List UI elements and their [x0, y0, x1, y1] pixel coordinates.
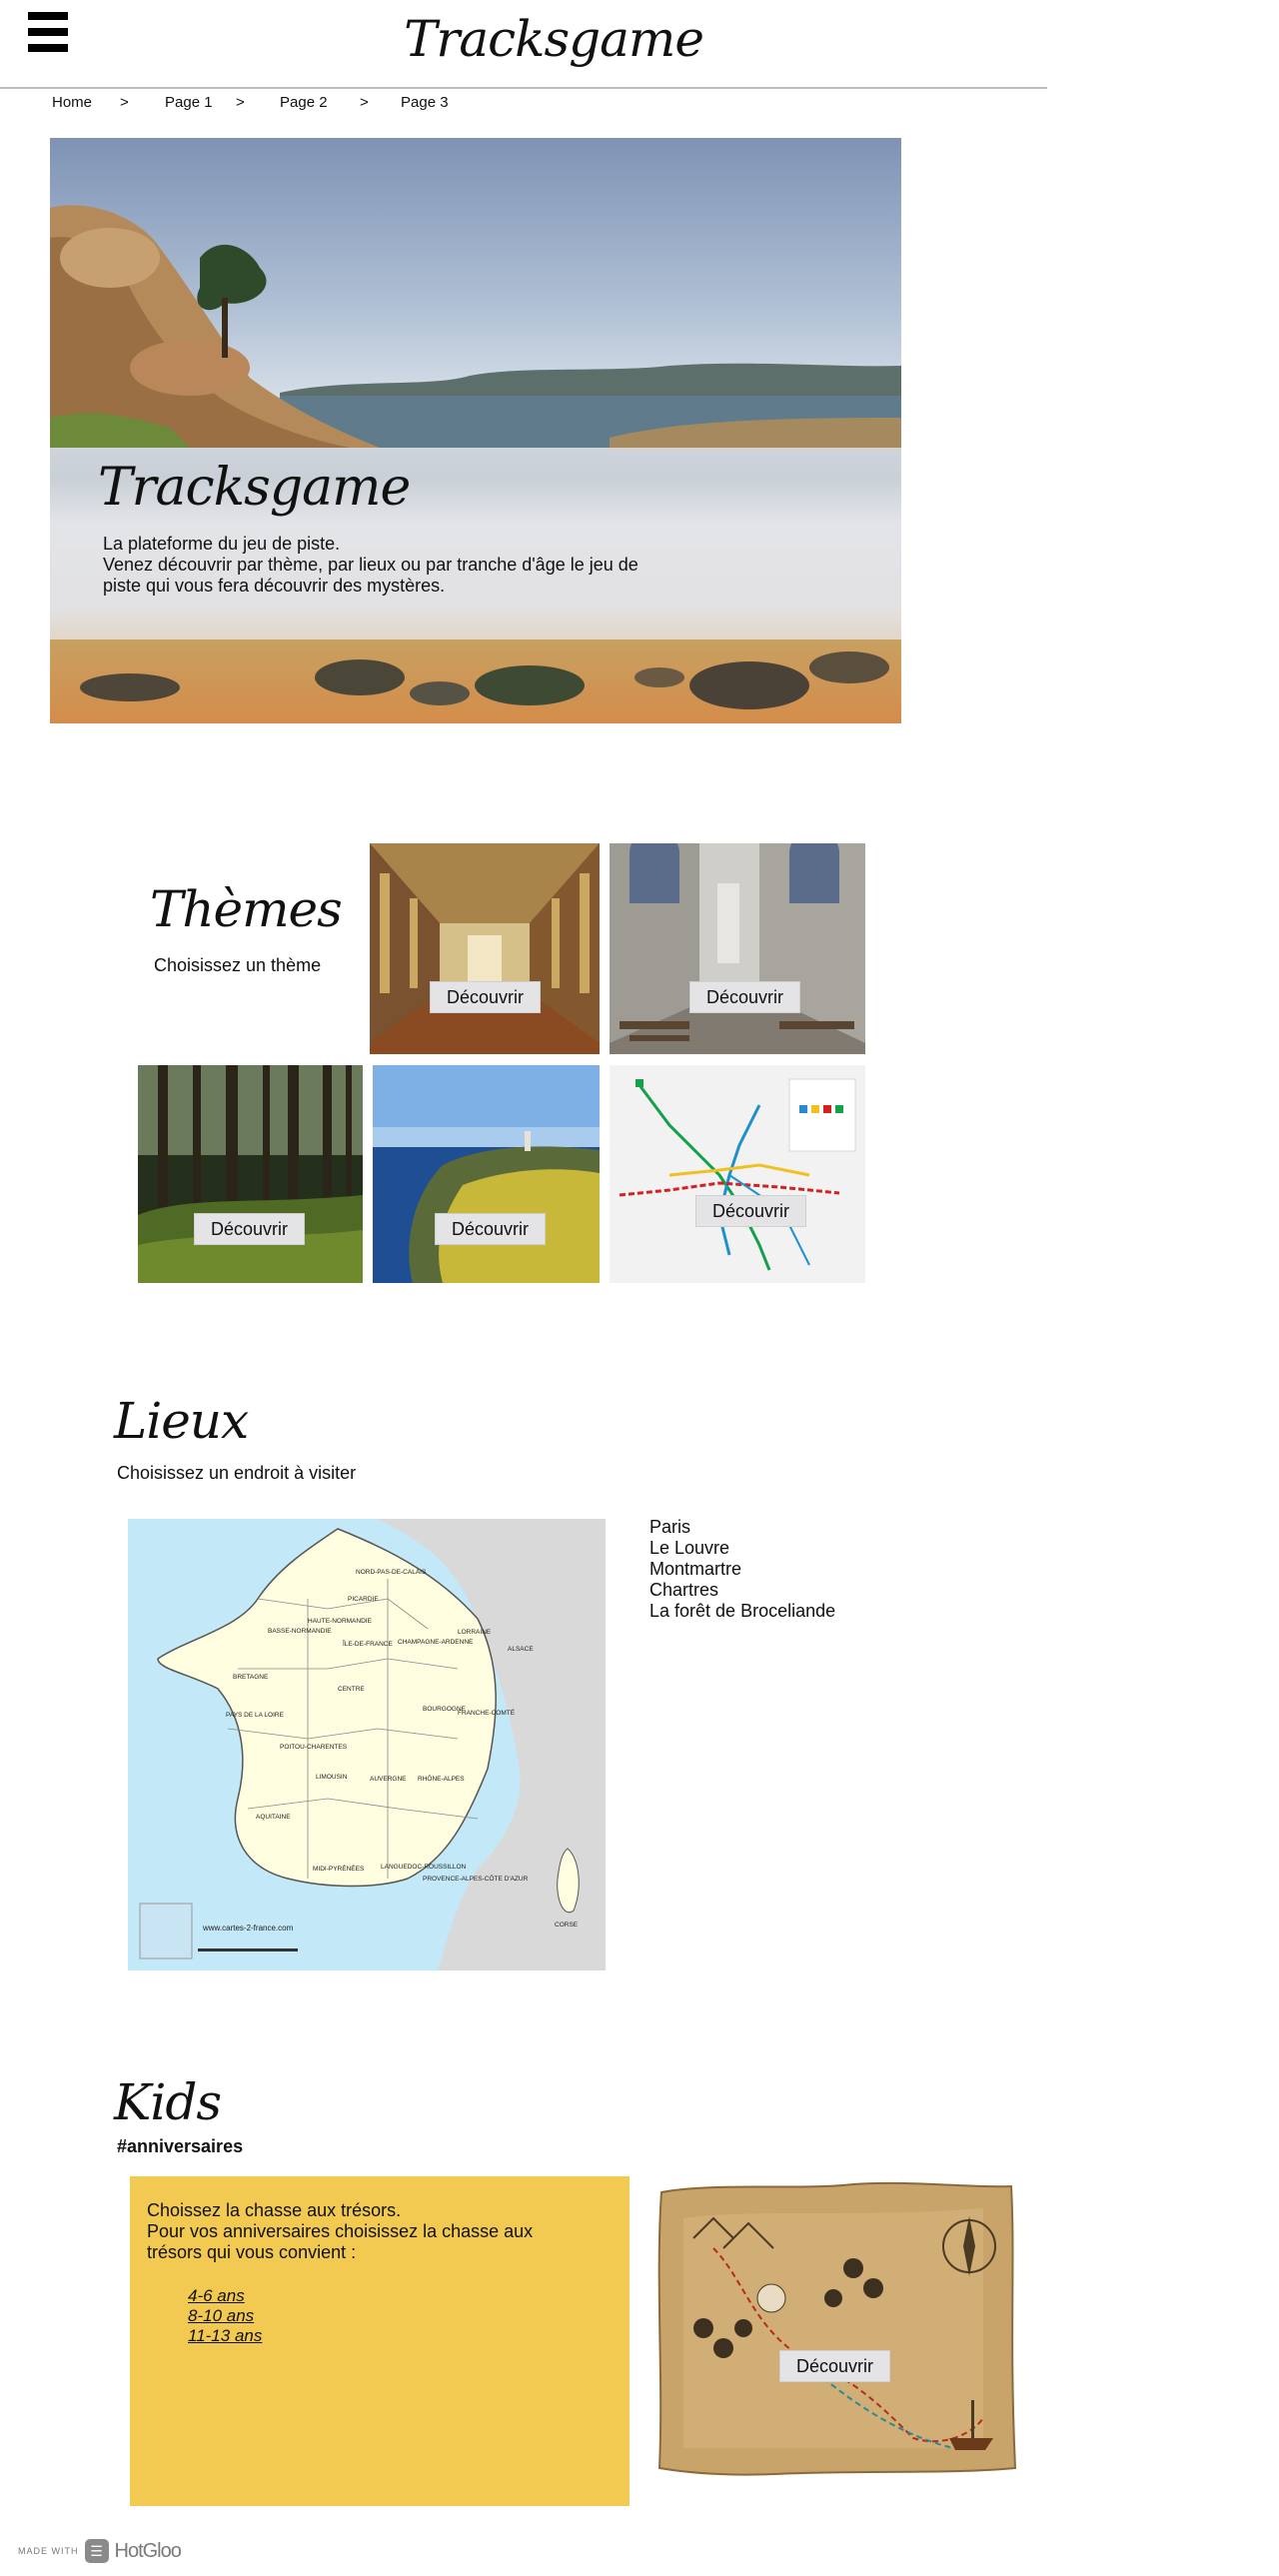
hero-title: Tracksgame: [98, 458, 411, 518]
svg-text:POITOU-CHARENTES: POITOU-CHARENTES: [280, 1744, 348, 1751]
france-map-image: NORD-PAS-DE-CALAIS PICARDIE HAUTE-NORMAN…: [128, 1519, 606, 1970]
decouvrir-button[interactable]: Découvrir: [779, 2350, 891, 2382]
theme-tile-forest[interactable]: Découvrir: [138, 1065, 363, 1283]
breadcrumb-page-1[interactable]: Page 1: [165, 94, 213, 111]
palace-gallery-image: [370, 843, 600, 1054]
hero-line: La plateforme du jeu de piste.: [103, 534, 341, 554]
hotgloo-brand: HotGloo: [114, 2539, 182, 2562]
decouvrir-button[interactable]: Découvrir: [430, 981, 542, 1013]
svg-text:PICARDIE: PICARDIE: [348, 1596, 379, 1603]
svg-text:AQUITAINE: AQUITAINE: [256, 1814, 291, 1821]
lieux-subtitle: Choisissez un endroit à visiter: [117, 1463, 357, 1483]
svg-text:CENTRE: CENTRE: [338, 1686, 365, 1693]
kids-line: Choissez la chasse aux trésors.: [147, 2200, 402, 2220]
hero-description: La plateforme du jeu de piste. Venez déc…: [103, 534, 702, 597]
breadcrumb-page-2[interactable]: Page 2: [280, 94, 328, 111]
svg-text:PROVENCE-ALPES-CÔTE D'AZUR: PROVENCE-ALPES-CÔTE D'AZUR: [423, 1874, 529, 1883]
hotgloo-logo-icon: ☰: [84, 2539, 109, 2563]
age-range-links: 4-6 ans 8-10 ans 11-13 ans: [188, 2286, 262, 2346]
svg-text:www.cartes-2-france.com: www.cartes-2-france.com: [202, 1924, 294, 1932]
made-with-label: MADE WITH: [18, 2546, 79, 2556]
kids-line: trésors qui vous convient :: [147, 2242, 357, 2262]
kids-description: Choissez la chasse aux trésors. Pour vos…: [147, 2200, 533, 2263]
decouvrir-button[interactable]: Découvrir: [689, 981, 801, 1013]
metro-map-image: [610, 1065, 865, 1283]
svg-text:ALSACE: ALSACE: [508, 1646, 534, 1653]
breadcrumb-separator: >: [360, 94, 369, 111]
france-regions-map[interactable]: NORD-PAS-DE-CALAIS PICARDIE HAUTE-NORMAN…: [128, 1519, 606, 1970]
age-link-11-13[interactable]: 11-13 ans: [188, 2326, 262, 2346]
place-montmartre[interactable]: Montmartre: [649, 1559, 835, 1580]
theme-tile-gallery[interactable]: Découvrir: [370, 843, 600, 1054]
svg-text:RHÔNE-ALPES: RHÔNE-ALPES: [418, 1774, 465, 1783]
header-divider: [0, 87, 1047, 89]
svg-text:FRANCHE-COMTÉ: FRANCHE-COMTÉ: [458, 1708, 516, 1717]
hero-line: Venez découvrir par thème, par lieux ou …: [103, 555, 639, 575]
kids-line: Pour vos anniversaires choisissez la cha…: [147, 2221, 534, 2241]
site-title: Tracksgame: [404, 10, 704, 68]
breadcrumb-separator: >: [120, 94, 129, 111]
svg-text:PAYS DE LA LOIRE: PAYS DE LA LOIRE: [226, 1712, 285, 1719]
age-link-4-6[interactable]: 4-6 ans: [188, 2286, 262, 2306]
themes-subtitle: Choisissez un thème: [154, 955, 322, 975]
breadcrumb-page-3[interactable]: Page 3: [401, 94, 449, 111]
svg-text:LORRAINE: LORRAINE: [458, 1629, 492, 1636]
theme-tile-cathedral[interactable]: Découvrir: [610, 843, 865, 1054]
lieux-title: Lieux: [114, 1392, 249, 1450]
sea-cliff-image: [373, 1065, 600, 1283]
places-list: Paris Le Louvre Montmartre Chartres La f…: [649, 1517, 835, 1622]
svg-text:CHAMPAGNE-ARDENNE: CHAMPAGNE-ARDENNE: [398, 1639, 474, 1646]
breadcrumb-separator: >: [236, 94, 245, 111]
cathedral-interior-image: [610, 843, 865, 1054]
svg-text:LIMOUSIN: LIMOUSIN: [316, 1774, 348, 1781]
kids-title: Kids: [114, 2073, 222, 2131]
svg-text:BRETAGNE: BRETAGNE: [233, 1674, 269, 1681]
hero-line: piste qui vous fera découvrir des mystèr…: [103, 576, 446, 596]
svg-text:AUVERGNE: AUVERGNE: [370, 1776, 407, 1783]
place-paris[interactable]: Paris: [649, 1517, 835, 1538]
svg-text:HAUTE-NORMANDIE: HAUTE-NORMANDIE: [308, 1618, 373, 1625]
treasure-map-image: [657, 2181, 1017, 2476]
decouvrir-button[interactable]: Découvrir: [435, 1213, 547, 1245]
decouvrir-button[interactable]: Découvrir: [194, 1213, 306, 1245]
made-with-hotgloo-badge[interactable]: MADE WITH ☰ HotGloo: [18, 2538, 182, 2564]
decouvrir-button[interactable]: Découvrir: [695, 1195, 807, 1227]
kids-hashtag: #anniversaires: [117, 2136, 244, 2156]
breadcrumb-home[interactable]: Home: [52, 94, 92, 111]
age-link-8-10[interactable]: 8-10 ans: [188, 2306, 262, 2326]
svg-text:NORD-PAS-DE-CALAIS: NORD-PAS-DE-CALAIS: [356, 1569, 427, 1576]
place-chartres[interactable]: Chartres: [649, 1580, 835, 1601]
svg-text:LANGUEDOC-ROUSSILLON: LANGUEDOC-ROUSSILLON: [381, 1864, 467, 1871]
theme-tile-coast[interactable]: Découvrir: [373, 1065, 600, 1283]
themes-title: Thèmes: [150, 880, 343, 938]
place-louvre[interactable]: Le Louvre: [649, 1538, 835, 1559]
theme-tile-metro[interactable]: Découvrir: [610, 1065, 865, 1283]
hero-banner: Tracksgame La plateforme du jeu de piste…: [50, 138, 901, 723]
svg-text:MIDI-PYRÉNÉES: MIDI-PYRÉNÉES: [313, 1864, 365, 1873]
place-broceliande[interactable]: La forêt de Broceliande: [649, 1601, 835, 1622]
svg-text:CORSE: CORSE: [555, 1922, 579, 1929]
treasure-map-tile[interactable]: Découvrir: [653, 2178, 1019, 2478]
forest-image: [138, 1065, 363, 1283]
svg-text:BASSE-NORMANDIE: BASSE-NORMANDIE: [268, 1628, 332, 1635]
svg-text:ÎLE-DE-FRANCE: ÎLE-DE-FRANCE: [342, 1639, 394, 1648]
